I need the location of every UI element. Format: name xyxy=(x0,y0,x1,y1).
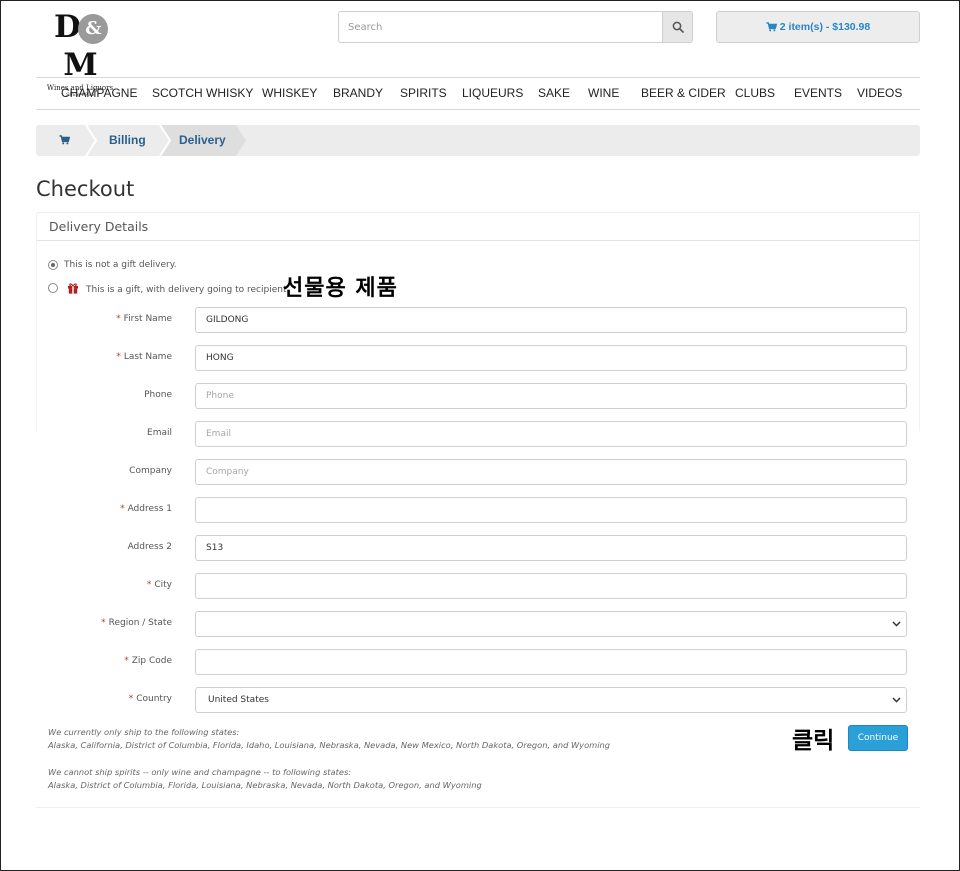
nav-item-scotch-whisky[interactable]: SCOTCH WHISKY xyxy=(152,78,253,109)
first-name-label-text: First Name xyxy=(123,314,172,324)
cart-icon[interactable] xyxy=(59,135,70,145)
panel-border-left xyxy=(36,241,37,431)
email-label: Email xyxy=(147,428,172,438)
search-input[interactable] xyxy=(338,11,662,43)
last-name-label-text: Last Name xyxy=(123,352,172,362)
shipping-note-heading: We currently only ship to the following … xyxy=(48,727,240,737)
city-field[interactable] xyxy=(195,573,907,599)
country-label-text: Country xyxy=(136,694,172,704)
continue-button[interactable]: Continue xyxy=(848,725,908,751)
required-mark: * xyxy=(116,314,121,324)
required-mark: * xyxy=(120,504,125,514)
phone-field[interactable] xyxy=(195,383,907,409)
first-name-field[interactable] xyxy=(195,307,907,333)
address2-label: Address 2 xyxy=(127,542,172,552)
address1-label: * Address 1 xyxy=(60,504,172,514)
annotation-click: 클릭 xyxy=(792,728,835,754)
nav-item-spirits[interactable]: SPIRITS xyxy=(400,78,447,109)
address2-field[interactable] xyxy=(195,535,907,561)
breadcrumb-billing[interactable]: Billing xyxy=(109,125,146,156)
nav-item-whiskey[interactable]: WHISKEY xyxy=(262,78,317,109)
nav-item-beer-cider[interactable]: BEER & CIDER xyxy=(641,78,726,109)
country-select-value: United States xyxy=(208,695,269,705)
zip-label-text: Zip Code xyxy=(131,656,172,666)
delivery-panel-header: Delivery Details xyxy=(36,212,920,241)
logo-mark: D &M xyxy=(38,8,122,84)
nav-item-sake[interactable]: SAKE xyxy=(538,78,570,109)
nav-item-liqueurs[interactable]: LIQUEURS xyxy=(462,78,523,109)
spirits-note-states: Alaska, District of Columbia, Florida, L… xyxy=(48,780,482,790)
zip-label: * Zip Code xyxy=(60,656,172,666)
last-name-field[interactable] xyxy=(195,345,907,371)
store-logo[interactable]: D &M Wines and Liquors Since 1935 xyxy=(38,8,122,98)
address1-label-text: Address 1 xyxy=(127,504,172,514)
shipping-note: We currently only ship to the following … xyxy=(48,726,610,752)
company-label: Company xyxy=(129,466,172,476)
phone-label: Phone xyxy=(144,390,172,400)
gift-label: This is a gift, with delivery going to r… xyxy=(86,284,290,295)
chevron-down-icon xyxy=(892,621,901,627)
not-gift-label: This is not a gift delivery. xyxy=(64,260,177,270)
option-not-gift[interactable]: This is not a gift delivery. xyxy=(48,258,177,272)
search-box xyxy=(338,11,693,43)
nav-item-wine[interactable]: WINE xyxy=(588,78,619,109)
not-gift-radio[interactable] xyxy=(48,260,58,270)
required-mark: * xyxy=(124,656,129,666)
address1-field[interactable] xyxy=(195,497,907,523)
gift-icon xyxy=(68,283,78,294)
main-nav: CHAMPAGNE SCOTCH WHISKY WHISKEY BRANDY S… xyxy=(36,77,920,110)
chevron-down-icon xyxy=(892,697,901,703)
required-mark: * xyxy=(116,352,121,362)
required-mark: * xyxy=(146,580,152,590)
gift-radio[interactable] xyxy=(48,283,58,293)
region-label: * Region / State xyxy=(60,618,172,628)
last-name-label: * Last Name xyxy=(60,352,172,362)
search-icon xyxy=(672,21,684,33)
region-label-text: Region / State xyxy=(108,618,172,628)
page-title: Checkout xyxy=(36,177,135,201)
panel-border-bottom xyxy=(36,807,920,808)
cart-summary: 2 item(s) - $130.98 xyxy=(779,21,871,33)
required-mark: * xyxy=(101,618,106,628)
region-select[interactable] xyxy=(195,611,907,637)
panel-border-right xyxy=(919,241,920,431)
cart-button[interactable]: 2 item(s) - $130.98 xyxy=(716,11,920,43)
city-label: * City xyxy=(60,580,172,590)
panel-title: Delivery Details xyxy=(49,219,149,234)
email-field[interactable] xyxy=(195,421,907,447)
cart-icon xyxy=(766,22,777,32)
shipping-note-states: Alaska, California, District of Columbia… xyxy=(48,740,611,750)
spirits-note-heading: We cannot ship spirits -- only wine and … xyxy=(48,767,352,777)
logo-ampersand: & xyxy=(77,14,108,44)
required-mark: * xyxy=(128,694,134,704)
first-name-label: * First Name xyxy=(60,314,172,324)
logo-letter-d: D xyxy=(54,9,81,45)
nav-item-brandy[interactable]: BRANDY xyxy=(333,78,383,109)
option-gift[interactable]: This is a gift, with delivery going to r… xyxy=(48,280,289,296)
search-button[interactable] xyxy=(662,11,693,43)
nav-item-events[interactable]: EVENTS xyxy=(794,78,842,109)
spirits-note: We cannot ship spirits -- only wine and … xyxy=(48,766,482,792)
annotation-gift-product: 선물용 제품 xyxy=(283,276,398,301)
checkout-breadcrumb: Billing Delivery xyxy=(36,125,920,156)
city-label-text: City xyxy=(154,580,172,590)
country-select[interactable]: United States xyxy=(195,687,907,713)
zip-field[interactable] xyxy=(195,649,907,675)
nav-item-champagne[interactable]: CHAMPAGNE xyxy=(61,78,137,109)
company-field[interactable] xyxy=(195,459,907,485)
nav-item-videos[interactable]: VIDEOS xyxy=(857,78,902,109)
country-label: * Country xyxy=(60,694,172,704)
nav-item-clubs[interactable]: CLUBS xyxy=(735,78,775,109)
breadcrumb-delivery: Delivery xyxy=(179,133,226,147)
